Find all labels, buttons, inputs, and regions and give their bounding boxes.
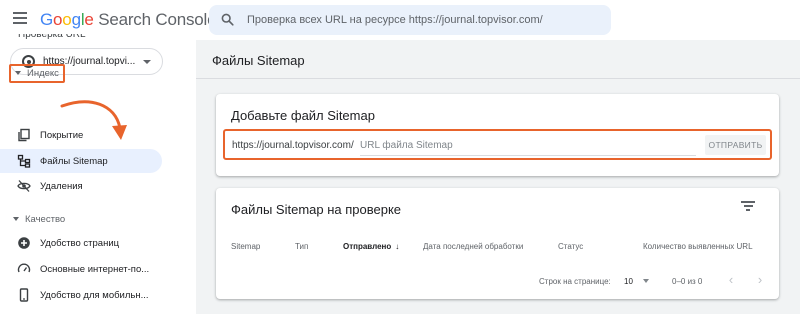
- column-header-sitemap[interactable]: Sitemap: [231, 242, 260, 251]
- chevron-down-icon: [143, 60, 151, 64]
- column-header-type[interactable]: Тип: [295, 242, 308, 251]
- search-icon: [221, 13, 234, 26]
- sidebar-item-label: Удобство страниц: [40, 238, 120, 249]
- triangle-down-icon: [13, 217, 19, 222]
- submit-button[interactable]: ОТПРАВИТЬ: [705, 135, 766, 155]
- sidebar-item-removals[interactable]: Удаления: [0, 174, 162, 198]
- logo-product-name: Search Console: [98, 10, 217, 29]
- sidebar-item-mobile-usability[interactable]: Удобство для мобильн...: [0, 283, 162, 307]
- chevron-left-icon[interactable]: ‹: [723, 272, 739, 288]
- filter-icon[interactable]: [740, 201, 756, 213]
- url-inspection-search[interactable]: [209, 5, 611, 35]
- sidebar-section-index[interactable]: Индекс: [9, 64, 65, 83]
- google-search-console-logo[interactable]: Google Search Console: [40, 10, 217, 30]
- add-sitemap-card: Добавьте файл Sitemap https://journal.to…: [216, 94, 779, 176]
- smartphone-icon: [19, 288, 29, 302]
- domain-prefix: https://journal.topvisor.com/: [232, 140, 354, 151]
- sidebar-item-url-inspection[interactable]: Проверка URL: [18, 34, 86, 42]
- card-title: Файлы Sitemap на проверке: [231, 202, 402, 217]
- sidebar-item-label: Удобство для мобильн...: [40, 290, 149, 301]
- sidebar-item-label: Удаления: [40, 181, 83, 192]
- sidebar-section-quality[interactable]: Качество: [13, 214, 65, 225]
- arrow-down-icon: ↓: [395, 242, 400, 251]
- plus-circle-icon: [18, 237, 30, 249]
- sidebar-item-page-experience[interactable]: Удобство страниц: [0, 231, 162, 255]
- sidebar-section-label: Качество: [25, 214, 66, 225]
- card-title: Добавьте файл Sitemap: [231, 108, 375, 123]
- submitted-sitemaps-card: Файлы Sitemap на проверке Sitemap Тип От…: [216, 188, 779, 299]
- sidebar-section-label: Индекс: [27, 68, 59, 79]
- sidebar-item-core-web-vitals[interactable]: Основные интернет-по...: [0, 257, 162, 281]
- column-header-last-read[interactable]: Дата последней обработки: [423, 242, 523, 251]
- speedometer-icon: [17, 263, 31, 273]
- column-header-label: Отправлено: [343, 242, 392, 251]
- page-title: Файлы Sitemap: [212, 53, 305, 68]
- sidebar-item-sitemaps[interactable]: Файлы Sitemap: [0, 149, 162, 173]
- pagination-range: 0–0 из 0: [672, 277, 703, 286]
- column-header-discovered-urls[interactable]: Количество выявленных URL: [643, 242, 753, 251]
- sidebar-item-label: Основные интернет-по...: [40, 264, 150, 275]
- triangle-down-icon: [15, 71, 21, 76]
- column-header-submitted[interactable]: Отправлено ↓: [343, 242, 399, 251]
- coverage-icon: [18, 128, 30, 142]
- app-header: Google Search Console: [0, 0, 800, 40]
- sidebar-item-label: Файлы Sitemap: [40, 156, 108, 167]
- rows-per-page-select[interactable]: 10: [624, 277, 633, 286]
- sitemap-url-input[interactable]: [360, 136, 696, 156]
- chevron-right-icon[interactable]: ›: [752, 272, 768, 288]
- hamburger-menu-icon[interactable]: [13, 12, 27, 24]
- rows-per-page-label: Строк на странице:: [539, 277, 611, 286]
- eye-off-icon: [17, 180, 31, 192]
- chevron-down-icon[interactable]: [643, 279, 649, 283]
- column-header-status[interactable]: Статус: [558, 242, 583, 251]
- search-input[interactable]: [247, 5, 607, 35]
- sitemap-icon: [17, 154, 31, 168]
- add-sitemap-row: https://journal.topvisor.com/ ОТПРАВИТЬ: [223, 129, 772, 160]
- annotation-arrow-icon: [60, 100, 127, 140]
- divider: [196, 78, 800, 79]
